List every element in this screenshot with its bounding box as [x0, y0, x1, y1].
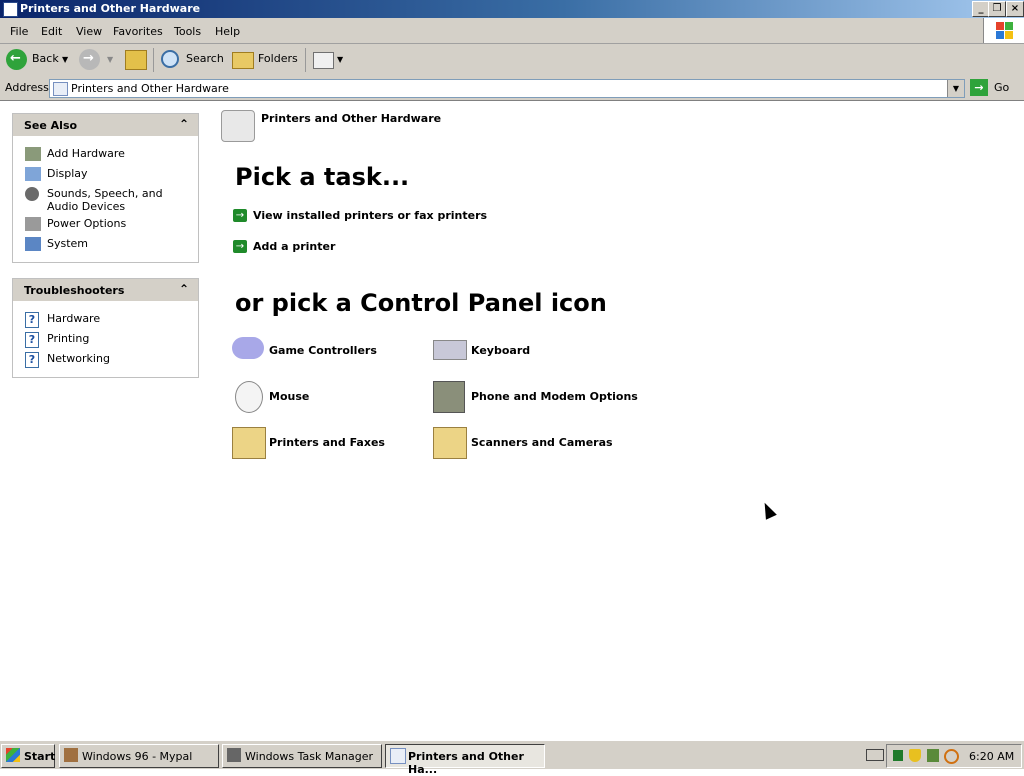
- collapse-icon[interactable]: ⌃: [179, 282, 189, 296]
- task-arrow-icon: →: [233, 240, 247, 253]
- back-arrow-icon[interactable]: ←: [6, 49, 27, 70]
- address-value: Printers and Other Hardware: [71, 82, 229, 95]
- cp-keyboard[interactable]: Keyboard: [471, 344, 530, 357]
- views-icon[interactable]: [313, 52, 334, 69]
- keyboard-icon[interactable]: [433, 340, 467, 360]
- toolbar-separator: [305, 48, 306, 72]
- taskbar-button-printers-hardware[interactable]: Printers and Other Ha...: [385, 744, 545, 776]
- cp-scanners-cameras[interactable]: Scanners and Cameras: [471, 436, 613, 449]
- speaker-icon: [25, 187, 39, 201]
- folders-button[interactable]: Folders: [258, 52, 298, 65]
- see-also-display[interactable]: Display: [47, 167, 192, 180]
- task-arrow-icon: →: [233, 209, 247, 222]
- printers-faxes-icon[interactable]: [232, 427, 266, 459]
- menu-view[interactable]: View: [76, 25, 102, 38]
- troubleshooters-panel: Troubleshooters ⌃ ? Hardware ? Printing …: [12, 278, 199, 378]
- add-hardware-icon: [25, 147, 41, 161]
- menu-edit[interactable]: Edit: [41, 25, 62, 38]
- menu-bar: File Edit View Favorites Tools Help: [0, 18, 1024, 44]
- see-also-panel: See Also ⌃ Add Hardware Display Sounds, …: [12, 113, 199, 263]
- printer-folder-icon: [390, 748, 406, 764]
- menu-file[interactable]: File: [10, 25, 28, 38]
- help-question-icon: ?: [25, 312, 39, 328]
- troubleshooters-header[interactable]: Troubleshooters ⌃: [13, 279, 198, 301]
- search-button[interactable]: Search: [186, 52, 224, 65]
- hardware-tray-icon[interactable]: [927, 749, 939, 762]
- collapse-icon[interactable]: ⌃: [179, 117, 189, 131]
- pick-task-heading: Pick a task...: [235, 163, 410, 191]
- see-also-power-options[interactable]: Power Options: [47, 217, 192, 230]
- clock[interactable]: 6:20 AM: [969, 750, 1014, 763]
- taskbar-button-task-manager[interactable]: Windows Task Manager: [222, 744, 382, 768]
- menu-tools[interactable]: Tools: [174, 25, 201, 38]
- back-dropdown-icon[interactable]: ▼: [62, 55, 68, 64]
- system-tray: 6:20 AM: [886, 744, 1022, 768]
- folder-up-icon[interactable]: [125, 50, 147, 70]
- content-header: Printers and Other Hardware: [261, 112, 442, 125]
- back-button[interactable]: Back: [32, 52, 59, 65]
- go-button[interactable]: Go: [994, 81, 1009, 94]
- folders-icon[interactable]: [232, 52, 254, 69]
- see-also-title: See Also: [24, 119, 78, 132]
- taskbar: Start Windows 96 - Mypal Windows Task Ma…: [0, 740, 1024, 776]
- forward-dropdown-icon[interactable]: ▼: [107, 55, 113, 64]
- menu-favorites[interactable]: Favorites: [113, 25, 163, 38]
- cp-phone-modem[interactable]: Phone and Modem Options: [471, 390, 638, 403]
- phone-modem-icon[interactable]: [433, 381, 465, 413]
- see-also-header[interactable]: See Also ⌃: [13, 114, 198, 136]
- restore-button[interactable]: ❐: [988, 1, 1006, 17]
- forward-arrow-icon[interactable]: →: [79, 49, 100, 70]
- browser-icon: [64, 748, 78, 762]
- taskbar-button-mypal[interactable]: Windows 96 - Mypal: [59, 744, 219, 768]
- power-options-icon: [25, 217, 41, 231]
- display-icon: [25, 167, 41, 181]
- window-title: Printers and Other Hardware: [20, 2, 201, 15]
- address-label: Address: [5, 81, 49, 94]
- start-button[interactable]: Start: [1, 744, 55, 768]
- network-icon[interactable]: [893, 750, 903, 761]
- printers-hardware-icon: [221, 110, 255, 142]
- title-bar[interactable]: Printers and Other Hardware _ ❐ ×: [0, 0, 1024, 18]
- cp-mouse[interactable]: Mouse: [269, 390, 309, 403]
- troubleshooter-printing[interactable]: Printing: [47, 332, 192, 345]
- close-button[interactable]: ×: [1006, 1, 1024, 17]
- address-dropdown-icon[interactable]: ▼: [947, 80, 964, 97]
- see-also-add-hardware[interactable]: Add Hardware: [47, 147, 192, 160]
- system-icon: [25, 237, 41, 251]
- go-arrow-icon[interactable]: →: [970, 79, 988, 96]
- see-also-sounds[interactable]: Sounds, Speech, and Audio Devices: [47, 187, 192, 213]
- security-shield-icon[interactable]: [909, 749, 921, 762]
- cp-printers-faxes[interactable]: Printers and Faxes: [269, 436, 385, 449]
- printer-folder-icon: [53, 82, 68, 96]
- troubleshooter-hardware[interactable]: Hardware: [47, 312, 192, 325]
- keyboard-tray-icon[interactable]: [866, 749, 884, 761]
- cp-game-controllers[interactable]: Game Controllers: [269, 344, 377, 357]
- help-question-icon: ?: [25, 332, 39, 348]
- toolbar-separator: [153, 48, 154, 72]
- windows-logo-icon: [6, 748, 20, 762]
- address-input[interactable]: Printers and Other Hardware ▼: [49, 79, 965, 98]
- troubleshooters-title: Troubleshooters: [24, 284, 125, 297]
- mouse-cursor-icon: [759, 500, 777, 520]
- pick-icon-heading: or pick a Control Panel icon: [235, 289, 607, 317]
- game-controller-icon[interactable]: [232, 337, 264, 359]
- see-also-system[interactable]: System: [47, 237, 192, 250]
- task-add-printer[interactable]: Add a printer: [253, 240, 335, 253]
- help-question-icon: ?: [25, 352, 39, 368]
- windows-logo-icon: [983, 18, 1024, 43]
- task-manager-icon: [227, 748, 241, 762]
- menu-help[interactable]: Help: [215, 25, 240, 38]
- scanners-cameras-icon[interactable]: [433, 427, 467, 459]
- address-bar: Address Printers and Other Hardware ▼ → …: [0, 76, 1024, 101]
- toolbar: ← Back ▼ → ▼ Search Folders ▼: [0, 44, 1024, 77]
- task-view-printers[interactable]: View installed printers or fax printers: [253, 209, 487, 222]
- views-dropdown-icon[interactable]: ▼: [337, 55, 343, 64]
- search-icon[interactable]: [161, 50, 179, 68]
- search-tray-icon[interactable]: [944, 749, 959, 764]
- troubleshooter-networking[interactable]: Networking: [47, 352, 192, 365]
- folder-printer-icon: [3, 2, 18, 17]
- mouse-icon[interactable]: [235, 381, 263, 413]
